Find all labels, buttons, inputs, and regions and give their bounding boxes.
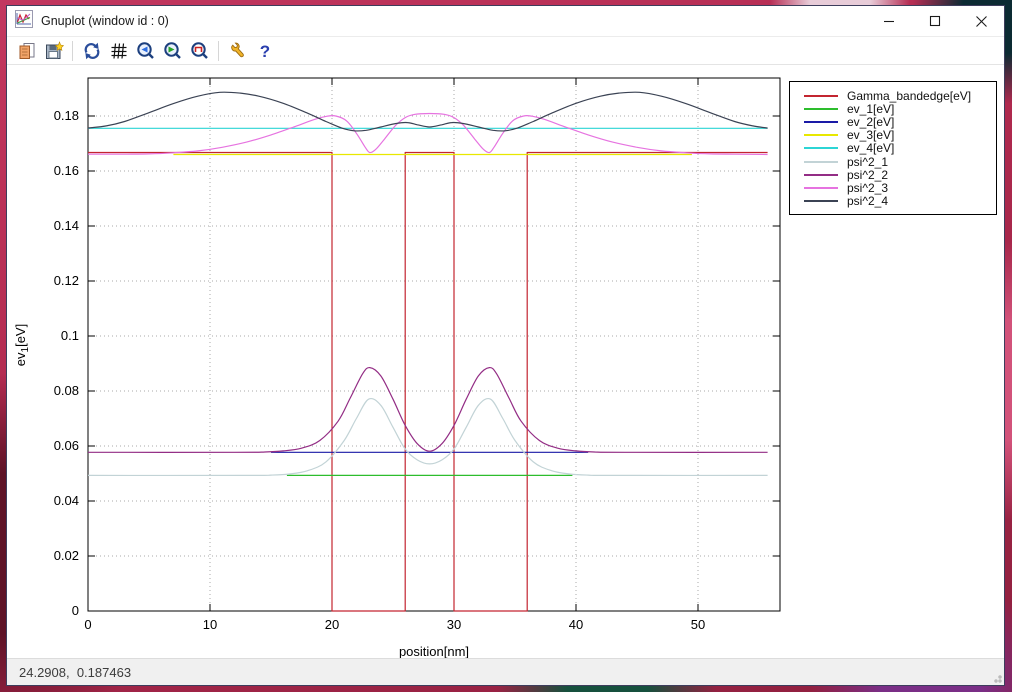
settings-button[interactable] — [225, 39, 250, 63]
close-icon — [975, 15, 988, 28]
legend-row: ev_3[eV] — [790, 129, 996, 142]
legend-label: psi^2_4 — [847, 195, 888, 207]
svg-text:40: 40 — [569, 617, 583, 632]
toolbar-separator — [72, 41, 73, 61]
legend-label: ev_3[eV] — [847, 129, 894, 141]
y-axis-label: ev1[eV] — [13, 324, 31, 366]
svg-text:0: 0 — [84, 617, 91, 632]
refresh-button[interactable] — [79, 39, 104, 63]
legend-label: Gamma_bandedge[eV] — [847, 90, 971, 102]
legend-line-sample — [804, 200, 838, 202]
svg-text:0: 0 — [72, 603, 79, 618]
svg-text:?: ? — [259, 42, 269, 61]
zoom-region-button[interactable] — [187, 39, 212, 63]
series-Gamma_bandedge[eV] — [88, 153, 768, 612]
svg-text:0.18: 0.18 — [54, 108, 79, 123]
legend-row: ev_2[eV] — [790, 115, 996, 128]
maximize-button[interactable] — [912, 6, 958, 36]
x-axis-label: position[nm] — [399, 644, 469, 658]
legend-line-sample — [804, 108, 838, 110]
gnuplot-app-icon — [15, 10, 33, 33]
settings-wrench-icon — [228, 41, 248, 61]
svg-text:0.16: 0.16 — [54, 163, 79, 178]
svg-text:0.02: 0.02 — [54, 548, 79, 563]
toolbar-separator — [218, 41, 219, 61]
plot-canvas[interactable]: 0 10 20 30 40 50 0 0.02 0.04 0.06 0.08 0.1 0.12 0.14 0… — [7, 65, 1004, 658]
svg-text:0.04: 0.04 — [54, 493, 79, 508]
series-psi^2_4 — [88, 92, 768, 131]
gridlines — [88, 78, 780, 611]
legend-line-sample — [804, 134, 838, 136]
svg-text:0.12: 0.12 — [54, 273, 79, 288]
series-psi^2_1 — [88, 399, 768, 476]
legend-line-sample — [804, 174, 838, 176]
legend-row: Gamma_bandedge[eV] — [790, 89, 996, 102]
svg-text:30: 30 — [447, 617, 461, 632]
grid-icon — [109, 41, 129, 61]
save-button[interactable] — [41, 39, 66, 63]
legend-line-sample — [804, 187, 838, 189]
save-icon — [44, 41, 64, 61]
legend-row: ev_1[eV] — [790, 102, 996, 115]
zoom-previous-icon — [136, 41, 156, 61]
mouse-coordinates: 24.2908, 0.187463 — [19, 665, 131, 680]
legend-line-sample — [804, 121, 838, 123]
legend-label: psi^2_2 — [847, 169, 888, 181]
svg-text:50: 50 — [691, 617, 705, 632]
minimize-icon — [883, 15, 895, 27]
zoom-next-icon — [163, 41, 183, 61]
help-icon: ? — [255, 41, 275, 61]
legend-label: ev_2[eV] — [847, 116, 894, 128]
resize-grip-icon[interactable] — [990, 671, 1002, 683]
legend-row: psi^2_2 — [790, 168, 996, 181]
svg-text:10: 10 — [203, 617, 217, 632]
refresh-icon — [82, 41, 102, 61]
legend-label: ev_4[eV] — [847, 142, 894, 154]
plot-frame — [88, 78, 780, 611]
close-button[interactable] — [958, 6, 1004, 36]
legend-label: psi^2_3 — [847, 182, 888, 194]
series-psi^2_3 — [88, 114, 768, 155]
svg-text:0.14: 0.14 — [54, 218, 79, 233]
minimize-button[interactable] — [866, 6, 912, 36]
zoom-next-button[interactable] — [160, 39, 185, 63]
legend-label: ev_1[eV] — [847, 103, 894, 115]
legend-line-sample — [804, 95, 838, 97]
legend-line-sample — [804, 161, 838, 163]
legend-line-sample — [804, 147, 838, 149]
zoom-previous-button[interactable] — [133, 39, 158, 63]
legend-row: ev_4[eV] — [790, 142, 996, 155]
gnuplot-window: Gnuplot (window id : 0) — [6, 5, 1005, 686]
copy-to-clipboard-button[interactable] — [14, 39, 39, 63]
maximize-icon — [929, 15, 941, 27]
status-bar: 24.2908, 0.187463 — [7, 658, 1004, 685]
window-title: Gnuplot (window id : 0) — [41, 14, 866, 28]
legend-row: psi^2_1 — [790, 155, 996, 168]
svg-text:20: 20 — [325, 617, 339, 632]
legend-row: psi^2_3 — [790, 181, 996, 194]
toolbar: ? — [7, 37, 1004, 65]
tick-marks — [88, 78, 780, 611]
help-button[interactable]: ? — [252, 39, 277, 63]
svg-text:0.1: 0.1 — [61, 328, 79, 343]
title-bar[interactable]: Gnuplot (window id : 0) — [7, 6, 1004, 37]
legend-row: psi^2_4 — [790, 195, 996, 208]
plot-legend: Gamma_bandedge[eV]ev_1[eV]ev_2[eV]ev_3[e… — [789, 81, 997, 215]
legend-label: psi^2_1 — [847, 156, 888, 168]
svg-text:0.08: 0.08 — [54, 383, 79, 398]
tick-labels: 0 10 20 30 40 50 0 0.02 0.04 0.06 0.08 0.1 0.12 0.14 0… — [54, 108, 706, 632]
svg-text:0.06: 0.06 — [54, 438, 79, 453]
series-psi^2_2 — [88, 368, 768, 453]
grid-toggle-button[interactable] — [106, 39, 131, 63]
copy-to-clipboard-icon — [17, 41, 37, 61]
zoom-region-icon — [190, 41, 210, 61]
